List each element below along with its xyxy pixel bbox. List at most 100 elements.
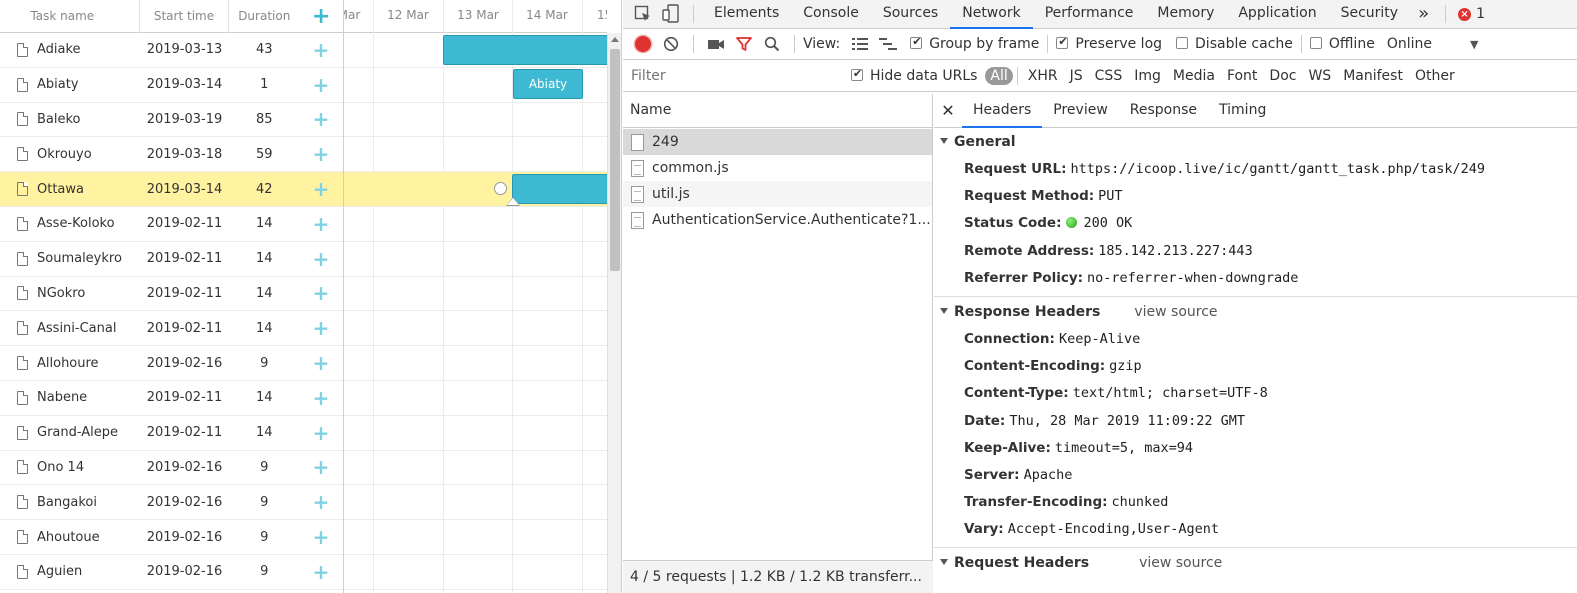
details-tab-preview[interactable]: Preview — [1042, 94, 1119, 128]
device-toolbar-icon[interactable] — [657, 0, 685, 29]
group-by-frame-checkbox[interactable]: Group by frame — [910, 35, 1039, 52]
task-row[interactable]: Grand-Alepe 2019-02-11 14 + — [0, 416, 343, 451]
request-headers-section-toggle[interactable]: Request Headers view source — [934, 550, 1577, 577]
task-row[interactable]: Adiake 2019-03-13 43 + — [0, 33, 343, 68]
filter-icon[interactable] — [730, 30, 758, 59]
task-row[interactable]: Assini-Canal 2019-02-11 14 + — [0, 311, 343, 347]
filter-type-font[interactable]: Font — [1221, 68, 1263, 84]
add-subtask-icon[interactable]: + — [299, 353, 343, 373]
tab-memory[interactable]: Memory — [1145, 0, 1226, 29]
add-subtask-icon[interactable]: + — [299, 40, 343, 60]
add-subtask-icon[interactable]: + — [299, 457, 343, 477]
search-icon[interactable] — [758, 30, 786, 59]
view-source-link[interactable]: view source — [1134, 304, 1217, 320]
large-rows-icon[interactable] — [846, 30, 874, 59]
view-source-link[interactable]: view source — [1139, 555, 1222, 571]
task-row[interactable]: Ahoutoue 2019-02-16 9 + — [0, 520, 343, 555]
add-subtask-icon[interactable]: + — [299, 144, 343, 164]
task-row[interactable]: Nabene 2019-02-11 14 + — [0, 381, 343, 416]
tab-performance[interactable]: Performance — [1033, 0, 1146, 29]
capture-screenshots-icon[interactable] — [702, 30, 730, 59]
hide-data-urls-checkbox[interactable]: Hide data URLs — [851, 67, 977, 84]
add-subtask-icon[interactable]: + — [299, 75, 343, 95]
details-tab-response[interactable]: Response — [1119, 94, 1208, 128]
add-subtask-icon[interactable]: + — [299, 249, 343, 269]
request-item[interactable]: 249 — [623, 129, 932, 155]
filter-type-ws[interactable]: WS — [1302, 68, 1337, 84]
timeline-header: Mar 12 Mar 13 Mar 14 Mar 15 — [344, 0, 607, 33]
task-row[interactable]: Ottawa 2019-03-14 42 + — [0, 172, 343, 207]
task-row[interactable]: NGokro 2019-02-11 14 + — [0, 277, 343, 312]
progress-drag-icon[interactable] — [506, 197, 520, 206]
add-subtask-icon[interactable]: + — [299, 214, 343, 234]
task-row[interactable]: Okrouyo 2019-03-18 59 + — [0, 137, 343, 173]
add-subtask-icon[interactable]: + — [299, 527, 343, 547]
tab-network[interactable]: Network — [950, 0, 1033, 29]
task-row[interactable]: Aguien 2019-02-16 9 + — [0, 555, 343, 590]
scroll-up-icon[interactable] — [611, 37, 619, 42]
col-task-name[interactable]: Task name — [0, 0, 140, 33]
col-duration[interactable]: Duration — [229, 0, 299, 33]
task-row[interactable]: Ono 14 2019-02-16 9 + — [0, 451, 343, 486]
document-icon — [631, 211, 644, 229]
general-section-toggle[interactable]: General — [934, 129, 1577, 156]
filter-type-js[interactable]: JS — [1064, 68, 1089, 84]
task-row[interactable]: Baleko 2019-03-19 85 + — [0, 103, 343, 138]
add-subtask-icon[interactable]: + — [299, 179, 343, 199]
filter-type-img[interactable]: Img — [1128, 68, 1167, 84]
tab-elements[interactable]: Elements — [702, 0, 791, 29]
task-bar-abiaty[interactable]: Abiaty — [513, 69, 583, 99]
col-start-time[interactable]: Start time — [140, 0, 230, 33]
tab-application[interactable]: Application — [1226, 0, 1328, 29]
details-tab-timing[interactable]: Timing — [1208, 94, 1277, 128]
filter-type-other[interactable]: Other — [1409, 68, 1461, 84]
task-row[interactable]: Soumaleykro 2019-02-11 14 + — [0, 242, 343, 277]
task-row[interactable]: Asse-Koloko 2019-02-11 14 + — [0, 207, 343, 242]
filter-type-manifest[interactable]: Manifest — [1337, 68, 1409, 84]
inspect-element-icon[interactable] — [629, 0, 657, 29]
add-subtask-icon[interactable]: + — [299, 423, 343, 443]
filter-type-all[interactable]: All — [985, 66, 1013, 85]
add-subtask-icon[interactable]: + — [299, 283, 343, 303]
add-subtask-icon[interactable]: + — [299, 562, 343, 582]
filter-type-css[interactable]: CSS — [1089, 68, 1129, 84]
clear-icon[interactable] — [657, 30, 685, 59]
throttle-select[interactable]: Online ▼ — [1387, 36, 1479, 52]
link-handle-icon[interactable] — [494, 182, 507, 195]
scroll-thumb[interactable] — [610, 49, 620, 271]
request-item[interactable]: AuthenticationService.Authenticate?1... — [623, 207, 932, 233]
task-row[interactable]: Bangakoi 2019-02-16 9 + — [0, 485, 343, 521]
tab-sources[interactable]: Sources — [871, 0, 950, 29]
tab-security[interactable]: Security — [1329, 0, 1411, 29]
close-icon[interactable]: ✕ — [934, 101, 962, 120]
timeline-row — [344, 346, 607, 381]
task-bar-adiake[interactable] — [443, 35, 607, 65]
filter-type-doc[interactable]: Doc — [1263, 68, 1302, 84]
gantt-scrollbar[interactable] — [607, 33, 621, 593]
add-subtask-icon[interactable]: + — [299, 492, 343, 512]
waterfall-overview-icon[interactable] — [874, 30, 902, 59]
offline-checkbox[interactable]: Offline — [1309, 36, 1375, 52]
add-task-icon[interactable]: + — [299, 0, 343, 33]
add-subtask-icon[interactable]: + — [299, 109, 343, 129]
request-item[interactable]: util.js — [623, 181, 932, 207]
preserve-log-checkbox[interactable]: Preserve log — [1056, 35, 1162, 52]
details-tab-headers[interactable]: Headers — [962, 94, 1043, 128]
task-row[interactable]: Allohoure 2019-02-16 9 + — [0, 346, 343, 381]
tab-console[interactable]: Console — [791, 0, 871, 29]
task-bar-ottawa[interactable] — [512, 174, 607, 204]
disable-cache-checkbox[interactable]: Disable cache — [1176, 36, 1293, 52]
response-headers-section-toggle[interactable]: Response Headers view source — [934, 299, 1577, 326]
record-icon[interactable] — [629, 30, 657, 59]
filter-type-media[interactable]: Media — [1167, 68, 1221, 84]
request-item[interactable]: common.js — [623, 155, 932, 181]
more-tabs-icon[interactable]: » — [1410, 0, 1437, 29]
filter-type-xhr[interactable]: XHR — [1022, 68, 1064, 84]
add-subtask-icon[interactable]: + — [299, 318, 343, 338]
task-row[interactable]: Abiaty 2019-03-14 1 + — [0, 68, 343, 103]
request-name-column[interactable]: Name — [623, 94, 932, 128]
error-counter[interactable]: × 1 — [1458, 6, 1485, 22]
request-list: Name 249 common.js util.js AuthenticationSe… — [623, 94, 933, 593]
add-subtask-icon[interactable]: + — [299, 388, 343, 408]
filter-input[interactable] — [627, 64, 831, 87]
